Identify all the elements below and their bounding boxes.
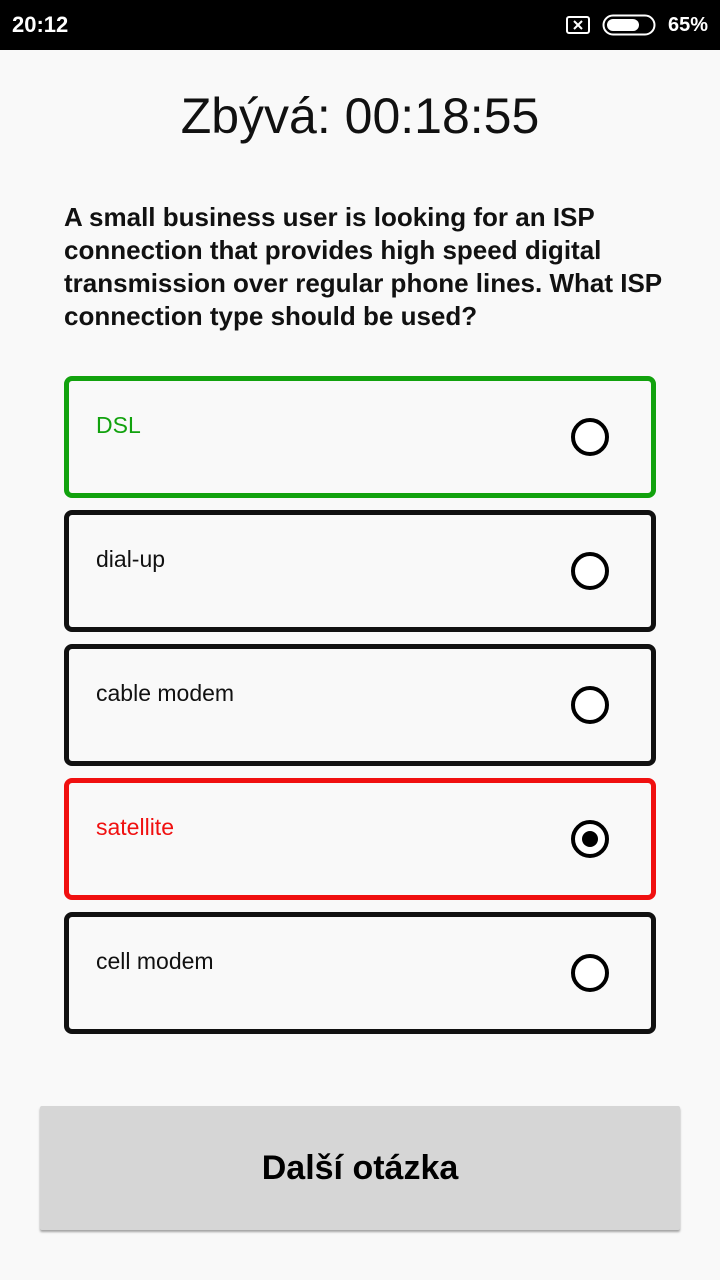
answer-option-label: cable modem (96, 680, 235, 706)
status-time: 20:12 (12, 12, 69, 37)
answer-option-cell-modem[interactable]: cell modem (64, 912, 656, 1034)
answer-option-dial-up[interactable]: dial-up (64, 510, 656, 632)
battery-percent: 65% (667, 14, 708, 36)
radio-selected-dot (582, 831, 598, 847)
answer-option-label: DSL (96, 412, 141, 438)
status-bar: 20:12 65% (0, 0, 720, 50)
answer-option-label: satellite (96, 814, 174, 840)
no-sim-icon (565, 16, 590, 34)
status-icons: 65% (565, 11, 708, 39)
question-text: A small business user is looking for an … (64, 202, 662, 331)
next-question-button[interactable]: Další otázka (40, 1106, 680, 1230)
radio-button[interactable] (571, 686, 609, 724)
radio-button[interactable] (571, 820, 609, 858)
answer-option-label: dial-up (96, 546, 166, 572)
radio-button[interactable] (571, 552, 609, 590)
radio-button[interactable] (571, 418, 609, 456)
battery-icon (602, 14, 656, 36)
answer-option-label: cell modem (96, 948, 214, 974)
answer-option-cable-modem[interactable]: cable modem (64, 644, 656, 766)
radio-button[interactable] (571, 954, 609, 992)
countdown-timer: Zbývá: 00:18:55 (180, 88, 540, 144)
answer-option-dsl[interactable]: DSL (64, 376, 656, 498)
answer-option-satellite[interactable]: satellite (64, 778, 656, 900)
